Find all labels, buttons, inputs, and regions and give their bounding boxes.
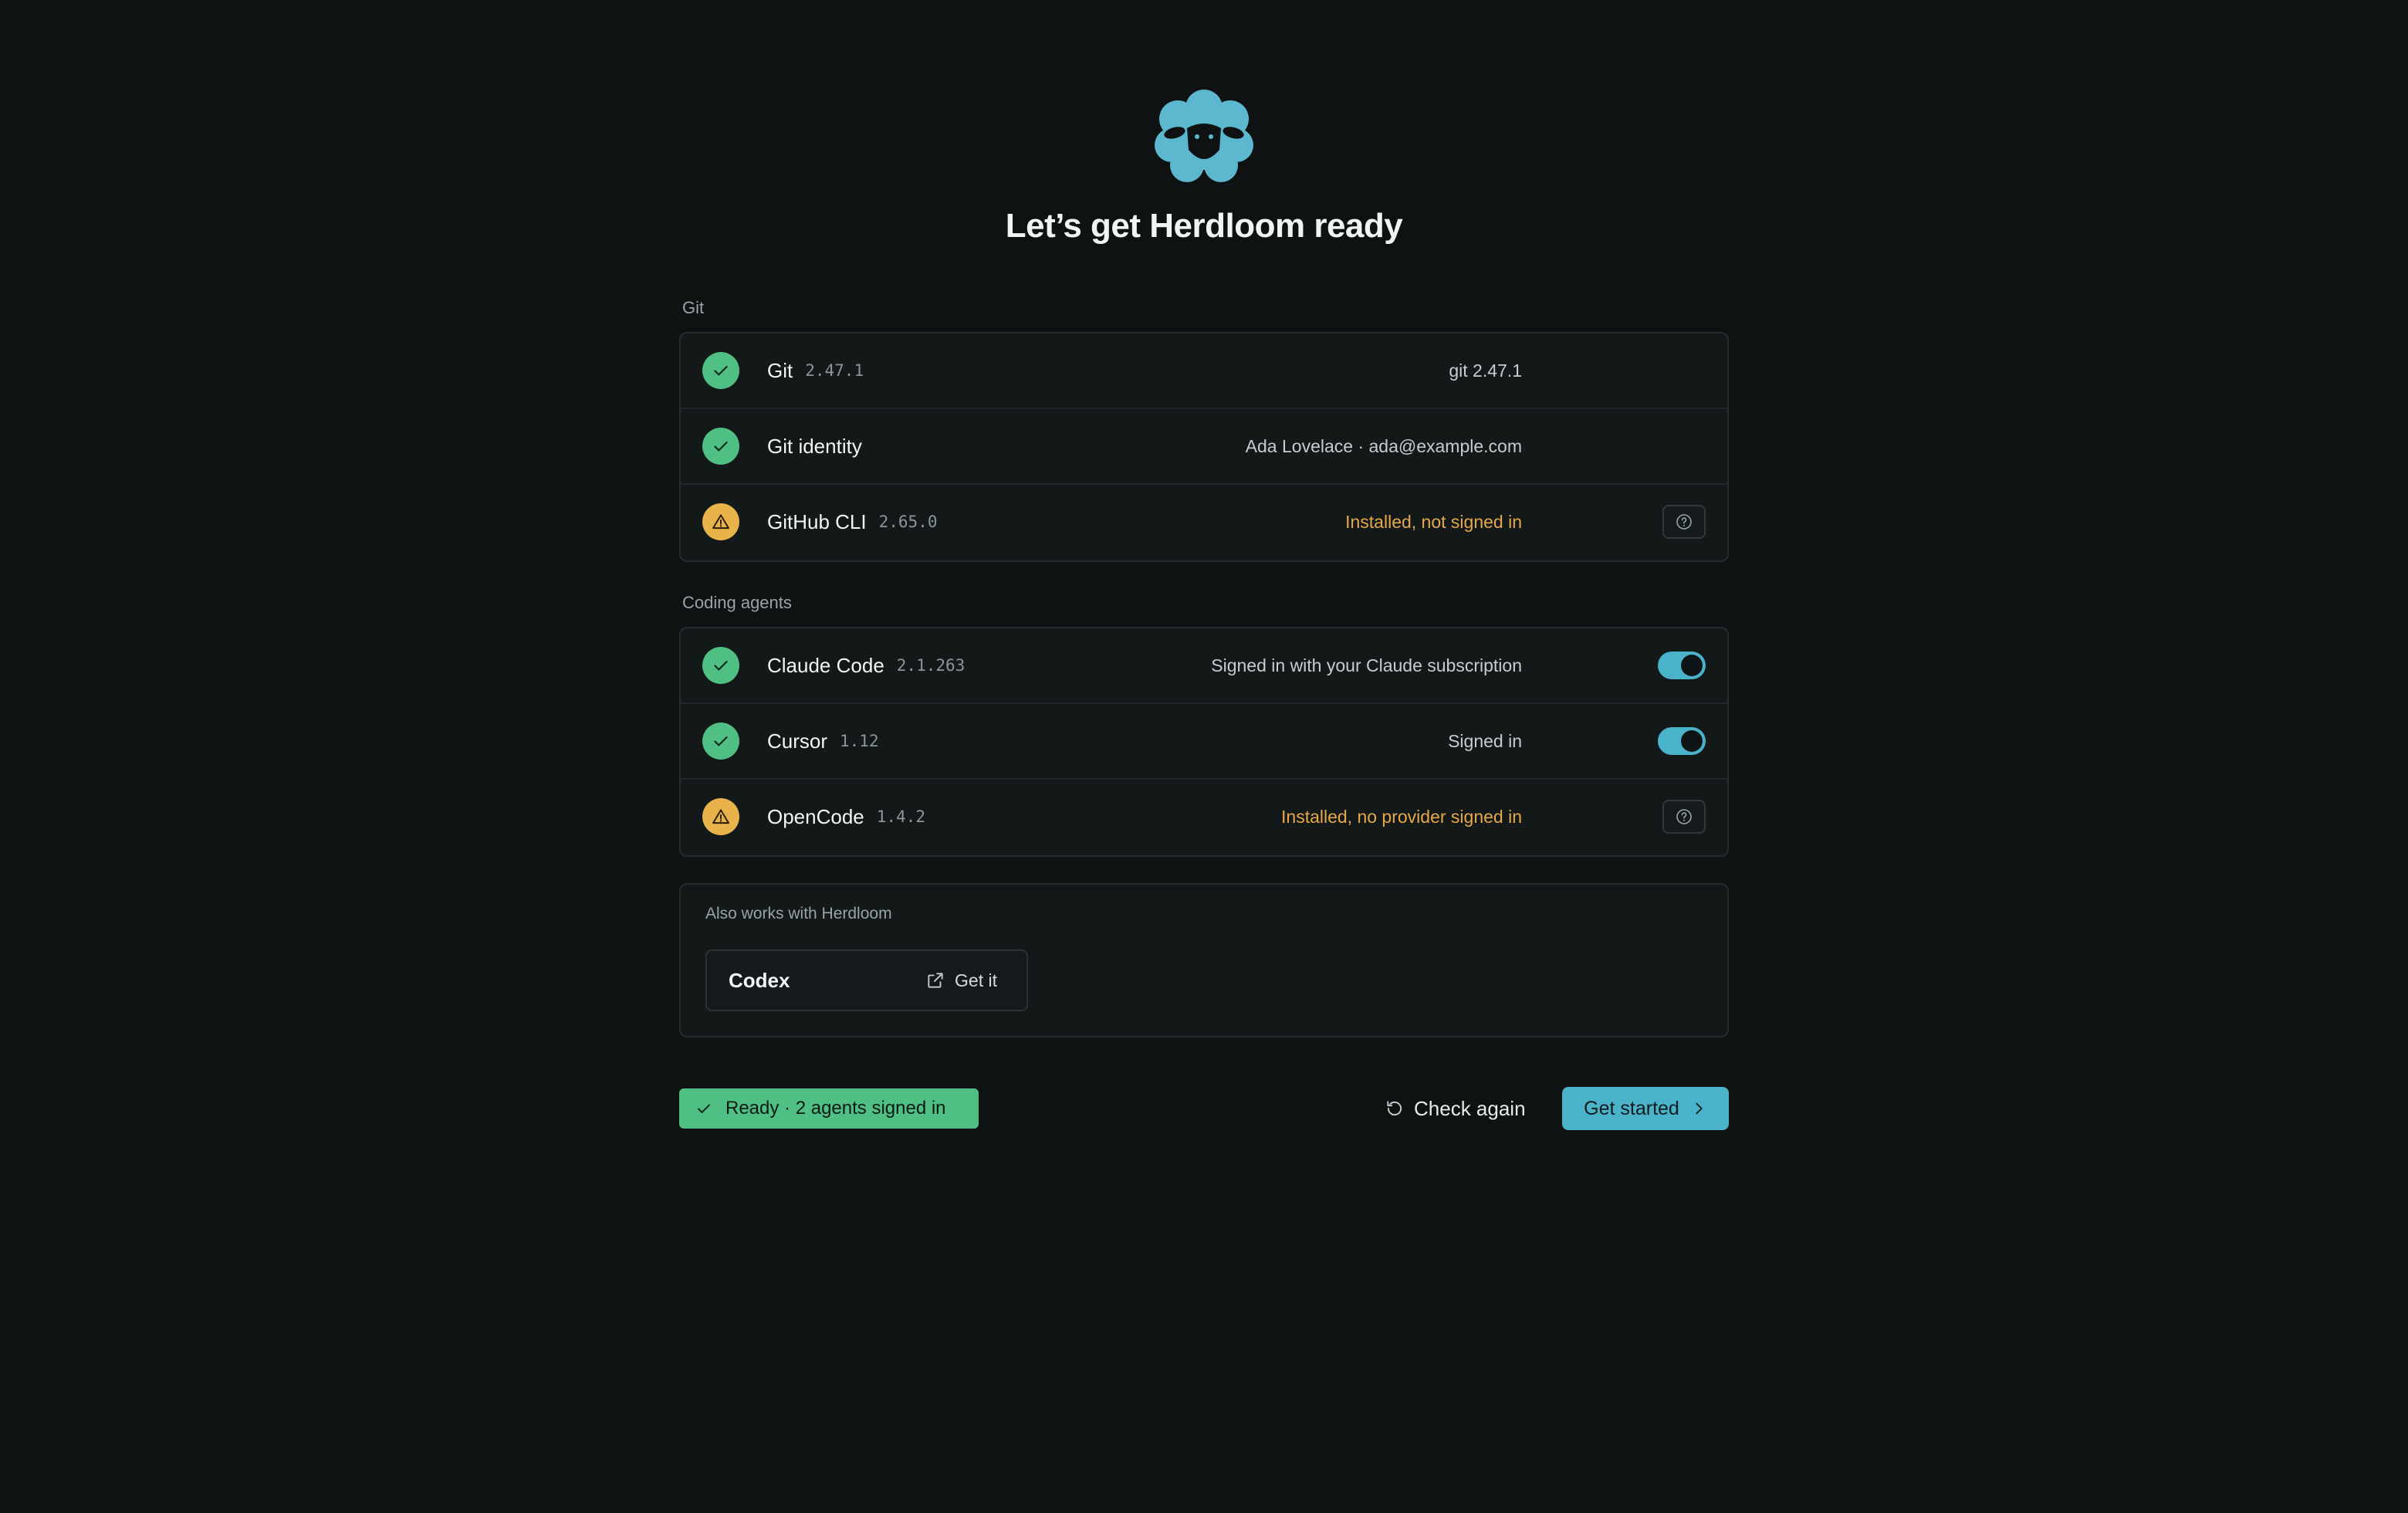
help-icon — [1676, 514, 1692, 530]
row-version: 2.1.263 — [896, 656, 966, 675]
help-button[interactable] — [1662, 800, 1706, 834]
onboarding-page: Let’s get Herdloom ready Git Git 2.47.1 … — [0, 0, 2408, 1513]
row-name: Git — [767, 358, 793, 382]
row-version: 1.12 — [840, 732, 879, 750]
row-github-cli: GitHub CLI 2.65.0 Installed, not signed … — [681, 485, 1727, 560]
check-icon — [702, 647, 739, 684]
row-git: Git 2.47.1 git 2.47.1 — [681, 333, 1727, 409]
ready-status-label: Ready · 2 agents signed in — [725, 1098, 946, 1119]
also-works-label: Also works with Herdloom — [705, 905, 892, 922]
row-status: Installed, no provider signed in — [1281, 806, 1522, 827]
check-icon — [702, 723, 739, 760]
also-works-card: Also works with Herdloom Codex Get it — [679, 883, 1729, 1037]
row-status: Ada Lovelace · ada@example.com — [1245, 435, 1522, 456]
check-icon — [702, 352, 739, 389]
row-status: Installed, not signed in — [1345, 511, 1522, 532]
get-it-link[interactable]: Get it — [925, 951, 997, 1010]
row-cursor: Cursor 1.12 Signed in — [681, 704, 1727, 780]
section-label-git: Git — [682, 298, 705, 317]
check-icon — [702, 428, 739, 465]
codex-name: Codex — [729, 968, 790, 992]
row-status: Signed in — [1448, 730, 1522, 751]
check-icon — [698, 1104, 710, 1113]
codex-card: Codex Get it — [705, 949, 1028, 1011]
row-name: Claude Code — [767, 653, 884, 677]
get-started-button[interactable]: Get started — [1562, 1087, 1729, 1130]
ready-status-badge: Ready · 2 agents signed in — [679, 1088, 979, 1129]
chevron-right-icon — [1696, 1102, 1703, 1115]
refresh-icon — [1387, 1101, 1402, 1116]
git-card: Git 2.47.1 git 2.47.1 Git identity Ada L… — [679, 332, 1729, 562]
toggle-knob — [1681, 655, 1703, 676]
row-name: Cursor — [767, 729, 828, 753]
row-name: GitHub CLI — [767, 509, 867, 533]
check-again-button[interactable]: Check again — [1385, 1088, 1526, 1129]
row-git-identity: Git identity Ada Lovelace · ada@example.… — [681, 409, 1727, 485]
row-claude-code: Claude Code 2.1.263 Signed in with your … — [681, 628, 1727, 704]
help-button[interactable] — [1662, 505, 1706, 539]
sheep-logo-icon — [1155, 90, 1253, 182]
warning-icon — [702, 798, 739, 835]
check-again-label: Check again — [1414, 1096, 1526, 1120]
row-status: git 2.47.1 — [1449, 360, 1522, 381]
external-link-icon — [928, 973, 943, 988]
warning-icon — [702, 503, 739, 540]
toggle-knob — [1681, 730, 1703, 752]
get-it-label: Get it — [955, 970, 997, 990]
row-version: 2.47.1 — [805, 361, 864, 380]
row-opencode: OpenCode 1.4.2 Installed, no provider si… — [681, 780, 1727, 855]
row-status: Signed in with your Claude subscription — [1211, 655, 1522, 675]
claude-code-toggle[interactable] — [1658, 652, 1706, 679]
row-version: 2.65.0 — [878, 513, 938, 531]
help-icon — [1676, 809, 1692, 824]
page-title: Let’s get Herdloom ready — [1005, 207, 1403, 245]
row-version: 1.4.2 — [876, 807, 925, 826]
agents-card: Claude Code 2.1.263 Signed in with your … — [679, 627, 1729, 857]
get-started-label: Get started — [1584, 1097, 1679, 1119]
row-name: Git identity — [767, 434, 862, 458]
section-label-coding-agents: Coding agents — [682, 593, 792, 612]
cursor-toggle[interactable] — [1658, 727, 1706, 755]
row-name: OpenCode — [767, 804, 864, 828]
